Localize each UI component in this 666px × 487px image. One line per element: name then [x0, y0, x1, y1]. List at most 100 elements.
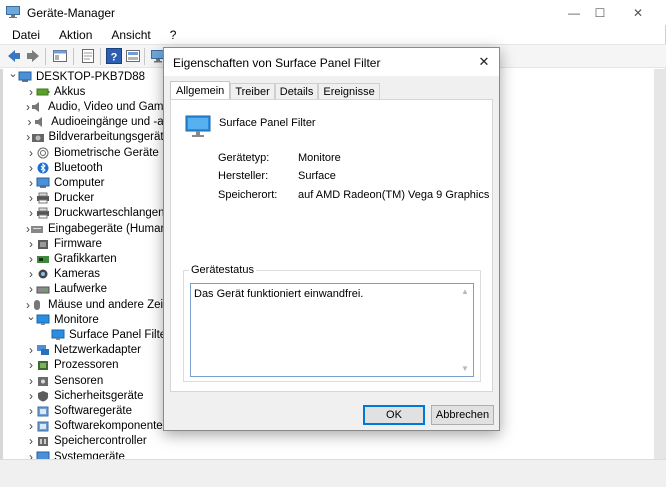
svg-text:?: ?	[111, 52, 118, 64]
chevron-right-icon[interactable]: ›	[26, 373, 36, 388]
chevron-right-icon[interactable]: ›	[26, 388, 36, 403]
tree-item-category[interactable]: › Softwaregeräte	[0, 403, 170, 418]
menu-aktion[interactable]: Aktion	[47, 28, 99, 42]
chevron-right-icon[interactable]: ›	[26, 343, 36, 358]
tree-item-category[interactable]: › Speichercontroller	[0, 434, 170, 449]
forward-arrow-icon[interactable]	[25, 48, 41, 64]
tree-item-label: Drucker	[54, 192, 95, 205]
tab-allgemein[interactable]: Allgemein	[170, 81, 231, 100]
dialog-close-button[interactable]: ✕	[469, 48, 499, 76]
horizontal-scrollbar[interactable]	[0, 459, 666, 487]
processor-icon	[38, 361, 48, 371]
tree-item-category[interactable]: › Computer	[0, 175, 170, 190]
tab-ereignisse[interactable]: Ereignisse	[318, 83, 380, 100]
computer-icon	[36, 177, 50, 188]
chevron-right-icon[interactable]: ›	[26, 160, 36, 175]
tab-details[interactable]: Details	[274, 83, 319, 100]
tree-item-label: Bildverarbeitungsgeräte	[48, 131, 170, 144]
printer-icon	[37, 207, 49, 219]
help-icon[interactable]: ?	[106, 48, 122, 64]
menu-datei[interactable]: Datei	[0, 28, 47, 42]
software-icon	[37, 421, 49, 432]
ok-button[interactable]: OK	[363, 405, 425, 425]
dialog-title-bar: Eigenschaften von Surface Panel Filter ✕	[164, 48, 499, 76]
menu-ansicht[interactable]: Ansicht	[99, 28, 157, 42]
chevron-right-icon[interactable]: ›	[26, 115, 33, 130]
properties-window-icon[interactable]	[52, 48, 68, 64]
close-button[interactable]: ✕	[615, 0, 661, 25]
back-arrow-icon[interactable]	[6, 48, 22, 64]
tree-item-category[interactable]: › Druckwarteschlangen	[0, 206, 170, 221]
tree-item-category[interactable]: › Akkus	[0, 84, 170, 99]
tree-item-category[interactable]: › Bildverarbeitungsgeräte	[0, 130, 170, 145]
tree-item-category[interactable]: › Firmware	[0, 236, 170, 251]
properties-dialog: Eigenschaften von Surface Panel Filter ✕…	[163, 47, 500, 431]
tree-item-category[interactable]: › Grafikkarten	[0, 251, 170, 266]
chevron-right-icon[interactable]: ›	[26, 145, 36, 160]
cancel-button[interactable]: Abbrechen	[431, 405, 494, 425]
tree-item-label: Bluetooth	[54, 161, 103, 174]
maximize-icon: ☐	[594, 5, 606, 20]
tree-item-category[interactable]: › Kameras	[0, 267, 170, 282]
tree-item-surface-panel-filter[interactable]: Surface Panel Filter	[0, 327, 170, 342]
tree-item-category[interactable]: › Systemgeräte	[0, 449, 170, 459]
tree-item-label: Speichercontroller	[54, 435, 147, 448]
scroll-up-icon[interactable]: ▲	[461, 287, 469, 296]
chevron-right-icon[interactable]: ›	[26, 175, 36, 190]
tree-left-border	[0, 69, 3, 459]
tree-item-label: DESKTOP-PKB7D88	[36, 70, 146, 83]
manufacturer-label: Hersteller:	[218, 170, 269, 182]
tree-item-category[interactable]: › Audio, Video und Gamec	[0, 99, 170, 114]
chevron-down-icon[interactable]: ⌄	[8, 69, 18, 81]
tree-root-computer[interactable]: ⌄ DESKTOP-PKB7D88	[0, 69, 170, 84]
bluetooth-icon	[37, 162, 49, 174]
tree-item-category[interactable]: ⌄ Monitore	[0, 309, 170, 327]
chevron-right-icon[interactable]: ›	[26, 449, 36, 460]
chevron-right-icon[interactable]: ›	[26, 358, 36, 373]
tree-item-category[interactable]: › Sicherheitsgeräte	[0, 388, 170, 403]
tree-item-label: Monitore	[54, 313, 99, 326]
tree-item-label: Mäuse und andere Zeige	[48, 298, 170, 311]
tree-item-label: Prozessoren	[54, 359, 119, 372]
tab-treiber[interactable]: Treiber	[230, 83, 275, 100]
device-view-icon[interactable]	[125, 48, 141, 64]
vertical-scrollbar[interactable]	[654, 69, 666, 459]
tree-item-category[interactable]: › Drucker	[0, 191, 170, 206]
chevron-right-icon[interactable]: ›	[26, 403, 36, 418]
manufacturer-value: Surface	[298, 170, 336, 182]
tree-item-label: Biometrische Geräte	[54, 146, 159, 159]
tree-item-category[interactable]: › Bluetooth	[0, 160, 170, 175]
tree-item-category[interactable]: › Prozessoren	[0, 358, 170, 373]
tree-item-label: Softwaregeräte	[54, 404, 132, 417]
tree-item-category[interactable]: › Laufwerke	[0, 282, 170, 297]
tree-item-label: Kameras	[54, 268, 101, 281]
document-icon[interactable]	[80, 48, 96, 64]
chevron-right-icon[interactable]: ›	[26, 236, 36, 251]
tree-item-category[interactable]: › Audioeingänge und -au	[0, 115, 170, 130]
tree-item-category[interactable]: › Eingabegeräte (Human I	[0, 221, 170, 236]
device-status-textbox[interactable]: Das Gerät funktioniert einwandfrei. ▲ ▼	[190, 283, 474, 377]
webcam-icon	[38, 269, 48, 279]
tree-item-label: Laufwerke	[54, 283, 108, 296]
tree-item-category[interactable]: › Softwarekomponenten	[0, 419, 170, 434]
chevron-right-icon[interactable]: ›	[26, 251, 36, 266]
chevron-down-icon[interactable]: ⌄	[26, 309, 36, 324]
tree-item-category[interactable]: › Sensoren	[0, 373, 170, 388]
chevron-right-icon[interactable]: ›	[26, 84, 36, 99]
status-scrollbar[interactable]: ▲ ▼	[458, 284, 473, 376]
device-manager-icon	[6, 6, 20, 18]
tree-item-category[interactable]: › Biometrische Geräte	[0, 145, 170, 160]
chevron-right-icon[interactable]: ›	[26, 267, 36, 282]
menu-help[interactable]: ?	[158, 28, 184, 42]
chevron-right-icon[interactable]: ›	[26, 434, 36, 449]
scroll-down-icon[interactable]: ▼	[461, 364, 469, 373]
chevron-right-icon[interactable]: ›	[26, 419, 36, 434]
display-adapter-icon	[37, 255, 49, 263]
tree-item-label: Softwarekomponenten	[54, 420, 170, 433]
tree-item-category[interactable]: › Netzwerkadapter	[0, 343, 170, 358]
chevron-right-icon[interactable]: ›	[26, 282, 36, 297]
chevron-right-icon[interactable]: ›	[26, 206, 36, 221]
chevron-right-icon[interactable]: ›	[26, 191, 36, 206]
tree-item-label: Firmware	[54, 237, 102, 250]
close-icon: ✕	[478, 54, 490, 69]
